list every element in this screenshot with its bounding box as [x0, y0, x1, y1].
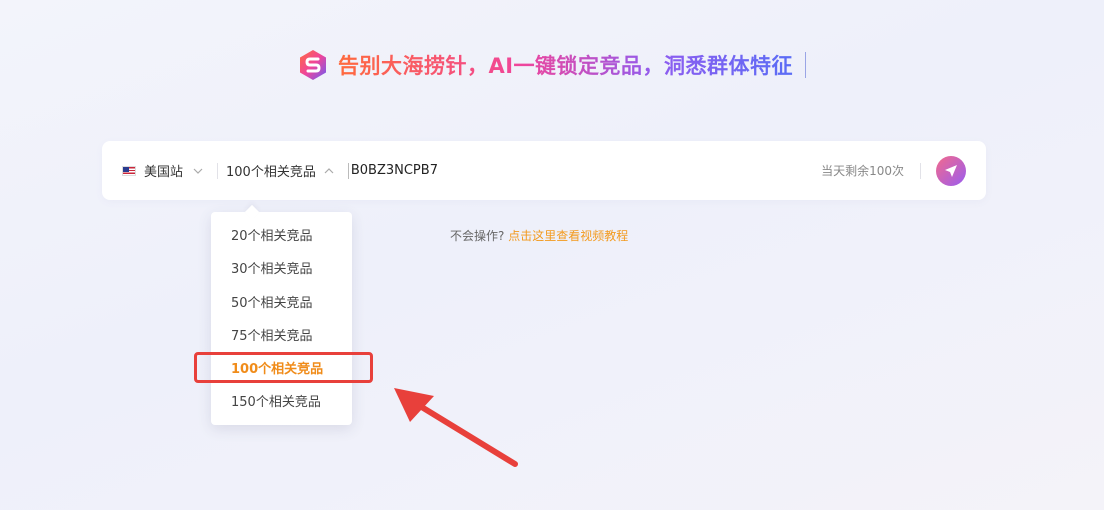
divider [920, 162, 921, 179]
asin-input[interactable] [347, 162, 768, 179]
us-flag-icon [122, 165, 136, 176]
search-bar: 美国站 100个相关竞品 当天剩余100次 [102, 141, 986, 200]
pointer-arrow [394, 388, 518, 467]
dropdown-option[interactable]: 75个相关竞品 [211, 320, 352, 353]
divider [217, 162, 219, 179]
highlight-box [194, 352, 373, 383]
video-tutorial-link[interactable]: 点击这里查看视频教程 [508, 229, 628, 243]
text-caret [805, 52, 807, 78]
hero-heading: 告别大海捞针，AI一键锁定竞品，洞悉群体特征 [0, 48, 1104, 82]
competitor-count-label: 100个相关竞品 [226, 165, 316, 180]
remaining-quota: 当天剩余100次 [821, 164, 904, 178]
chevron-up-icon [324, 167, 334, 173]
competitor-count-selector[interactable]: 100个相关竞品 [226, 161, 334, 180]
dropdown-option[interactable]: 50个相关竞品 [211, 287, 352, 320]
help-text: 不会操作? 点击这里查看视频教程 [450, 227, 628, 244]
chevron-down-icon [193, 168, 203, 174]
help-prefix: 不会操作? [450, 229, 505, 243]
hero-title: 告别大海捞针，AI一键锁定竞品，洞悉群体特征 [338, 50, 793, 80]
brand-s-logo-icon [298, 48, 328, 82]
site-selector[interactable]: 美国站 [122, 161, 203, 180]
dropdown-option[interactable]: 150个相关竞品 [211, 386, 352, 419]
paper-plane-icon [945, 164, 957, 177]
dropdown-option[interactable]: 20个相关竞品 [211, 220, 352, 253]
send-button[interactable] [936, 155, 966, 186]
competitor-count-dropdown: 20个相关竞品 30个相关竞品 50个相关竞品 75个相关竞品 100个相关竞品… [211, 212, 352, 425]
dropdown-option[interactable]: 30个相关竞品 [211, 253, 352, 286]
site-selector-label: 美国站 [144, 165, 184, 180]
